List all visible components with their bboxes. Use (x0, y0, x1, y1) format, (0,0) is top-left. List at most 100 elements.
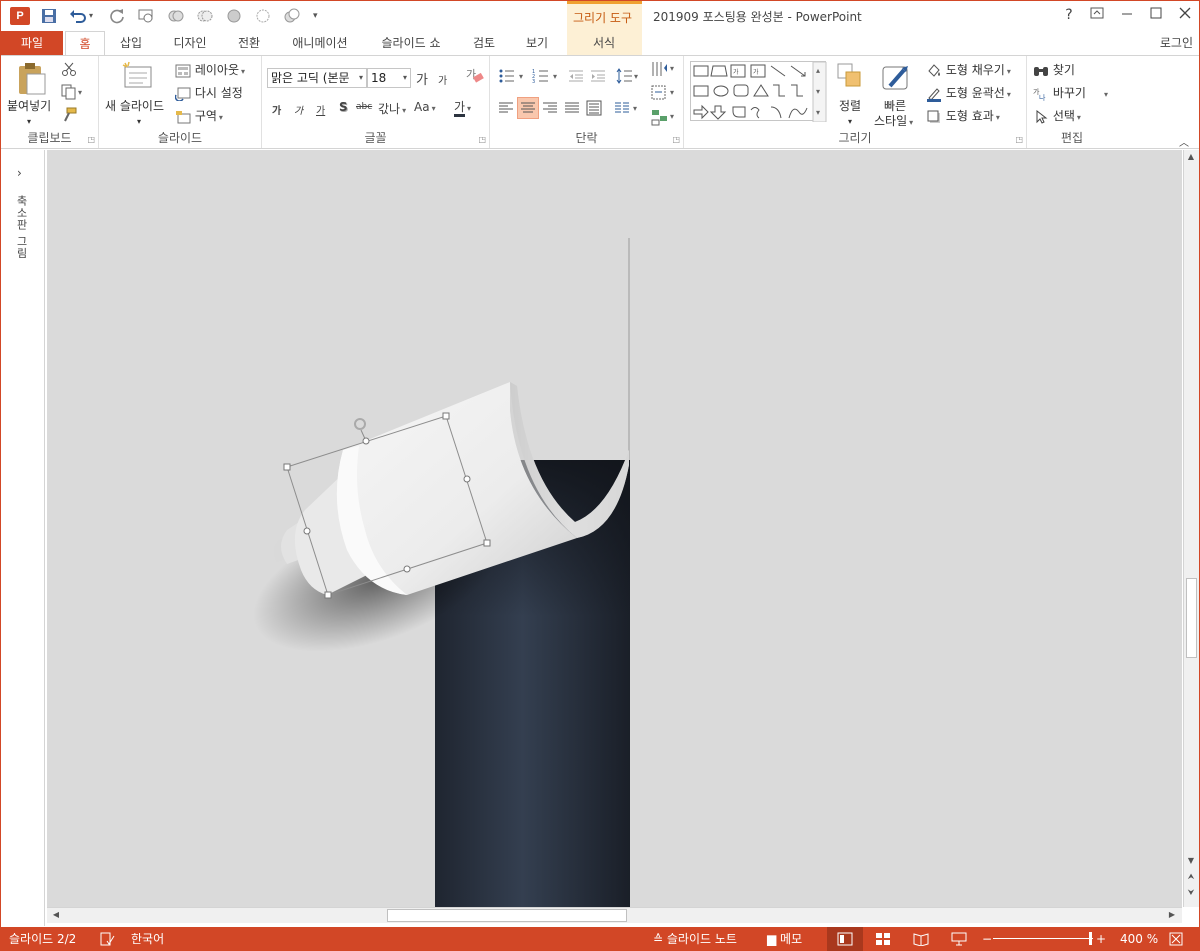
login-link[interactable]: 로그인 (1160, 31, 1193, 55)
notes-button[interactable]: ≙ 슬라이드 노트 (653, 927, 737, 951)
layout-button[interactable]: 레이아웃 ▾ (175, 62, 245, 80)
grow-font-button[interactable]: 가 (416, 69, 428, 88)
text-shadow-button[interactable]: S (339, 100, 348, 114)
section-button[interactable]: 구역 ▾ (175, 108, 223, 126)
quick-styles-icon[interactable] (880, 62, 912, 98)
shape-fill-button[interactable]: 도형 채우기 ▾ (926, 62, 1011, 80)
align-right-icon[interactable] (542, 100, 558, 119)
previous-slide-icon[interactable]: ⮝ (1184, 872, 1198, 882)
zoom-level[interactable]: 400 % (1120, 927, 1158, 951)
spell-check-icon[interactable] (99, 927, 115, 951)
vertical-scroll-thumb[interactable] (1186, 578, 1197, 658)
change-case-button[interactable]: Aa ▾ (414, 100, 436, 114)
character-spacing-button[interactable]: 갃나 ▾ (378, 100, 406, 117)
scroll-left-icon[interactable]: ◀ (49, 910, 63, 919)
zoom-out-icon[interactable]: − (982, 927, 992, 951)
undo-dropdown-icon[interactable]: ▾ (89, 6, 93, 26)
new-slide-dropdown-icon[interactable]: ▾ (137, 114, 141, 130)
tab-home[interactable]: 홈 (65, 31, 105, 56)
scroll-up-icon[interactable]: ▲ (1184, 152, 1198, 161)
justify-icon[interactable] (564, 100, 580, 119)
paragraph-launcher-icon[interactable]: ◳ (672, 135, 680, 144)
drawing-launcher-icon[interactable]: ◳ (1015, 135, 1023, 144)
reading-view-icon[interactable] (913, 927, 929, 951)
comments-button[interactable]: ▆ 메모 (767, 927, 802, 951)
ribbon-display-options-icon[interactable] (1083, 7, 1111, 23)
help-button[interactable]: ? (1055, 7, 1083, 23)
underline-button[interactable]: 가 (316, 102, 325, 117)
minimize-icon[interactable] (1113, 7, 1141, 23)
arrange-dropdown-icon[interactable]: ▾ (848, 114, 852, 130)
close-icon[interactable] (1171, 7, 1199, 23)
format-painter-icon[interactable] (61, 107, 77, 126)
font-size-combo[interactable]: 18 ▾ (367, 68, 411, 88)
slide-sorter-icon[interactable] (875, 927, 891, 951)
customize-qat-icon[interactable]: ▾ (313, 6, 318, 26)
arrange-icon[interactable] (836, 62, 866, 96)
language-indicator[interactable]: 한국어 (131, 927, 164, 951)
numbering-icon[interactable]: 1 2 3 ▾ (532, 68, 562, 87)
font-color-button[interactable]: 가 ▾ (454, 98, 471, 117)
tab-slideshow[interactable]: 슬라이드 쇼 (371, 31, 451, 55)
slide-canvas[interactable] (47, 150, 1182, 907)
next-slide-icon[interactable]: ⮟ (1184, 888, 1198, 898)
slideshow-view-icon[interactable] (951, 927, 967, 951)
new-slide-button[interactable]: 새 슬라이드 (105, 98, 164, 114)
horizontal-scroll-thumb[interactable] (387, 909, 627, 922)
replace-button[interactable]: 가나 바꾸기 ▾ (1033, 85, 1108, 103)
tab-file[interactable]: 파일 (1, 31, 63, 55)
copy-icon[interactable]: ▾ (61, 84, 85, 103)
horizontal-scrollbar[interactable]: ◀ ▶ (47, 907, 1182, 923)
paste-dropdown-icon[interactable]: ▾ (27, 114, 31, 130)
redo-icon[interactable] (109, 6, 125, 26)
tab-animations[interactable]: 애니메이션 (283, 31, 357, 55)
normal-view-icon[interactable] (837, 927, 853, 951)
tab-format[interactable]: 서식 (581, 31, 627, 55)
decrease-indent-icon[interactable] (568, 68, 584, 87)
smartart-convert-icon[interactable]: ▾ (650, 108, 678, 129)
find-button[interactable]: 찾기 (1033, 62, 1075, 78)
align-left-icon[interactable] (498, 100, 514, 119)
shape-intersect-icon[interactable] (254, 6, 272, 26)
shrink-font-button[interactable]: 가 (438, 72, 447, 87)
bullets-icon[interactable]: ▾ (498, 68, 528, 87)
quick-styles-button[interactable]: 스타일 ▾ (874, 113, 913, 131)
new-slide-icon[interactable] (121, 61, 153, 95)
align-center-icon[interactable] (517, 97, 539, 119)
powerpoint-app-icon[interactable]: P (10, 7, 30, 25)
line-spacing-icon[interactable]: ▾ (616, 68, 642, 87)
shapes-gallery[interactable]: 가 가 ▴ ▾ ▾ (690, 61, 827, 123)
shape-subtract-icon[interactable] (283, 6, 301, 26)
scroll-right-icon[interactable]: ▶ (1165, 910, 1179, 919)
align-text-icon[interactable]: ▾ (650, 84, 678, 105)
columns-icon[interactable]: ▾ (614, 100, 642, 119)
font-name-combo[interactable]: 맑은 고딕 (본문 ▾ (267, 68, 367, 88)
paste-button[interactable]: 붙여넣기 (7, 98, 51, 114)
strikethrough-button[interactable]: abc (356, 102, 372, 112)
bold-button[interactable]: 가 (272, 102, 281, 117)
undo-icon[interactable] (69, 6, 87, 26)
zoom-slider-knob[interactable] (1089, 932, 1092, 945)
tab-insert[interactable]: 삽입 (113, 31, 149, 55)
tab-design[interactable]: 디자인 (165, 31, 215, 55)
arrange-button[interactable]: 정렬 (839, 98, 861, 114)
collapse-ribbon-icon[interactable]: ︿ (1179, 134, 1189, 149)
fit-to-window-icon[interactable] (1169, 927, 1183, 951)
italic-button[interactable]: 가 (294, 102, 303, 117)
vertical-scrollbar[interactable]: ▲ ▼ ⮝ ⮟ (1183, 150, 1199, 907)
quick-styles-label-1[interactable]: 빠른 (884, 98, 906, 114)
clipboard-launcher-icon[interactable]: ◳ (87, 135, 95, 144)
shape-combine-icon[interactable] (196, 6, 214, 26)
slideshow-from-start-icon[interactable] (137, 6, 155, 26)
shape-union-icon[interactable] (167, 6, 185, 26)
maximize-icon[interactable] (1142, 7, 1170, 23)
shape-fragment-icon[interactable] (225, 6, 243, 26)
tab-view[interactable]: 보기 (517, 31, 557, 55)
zoom-slider[interactable] (993, 938, 1093, 939)
shape-effects-button[interactable]: 도형 효과 ▾ (926, 108, 1000, 126)
tab-transitions[interactable]: 전환 (229, 31, 269, 55)
select-button[interactable]: 선택 ▾ (1033, 108, 1081, 126)
font-launcher-icon[interactable]: ◳ (478, 135, 486, 144)
cut-icon[interactable] (61, 61, 77, 80)
shapes-gallery-grid[interactable]: 가 가 ▴ ▾ ▾ (691, 61, 827, 123)
